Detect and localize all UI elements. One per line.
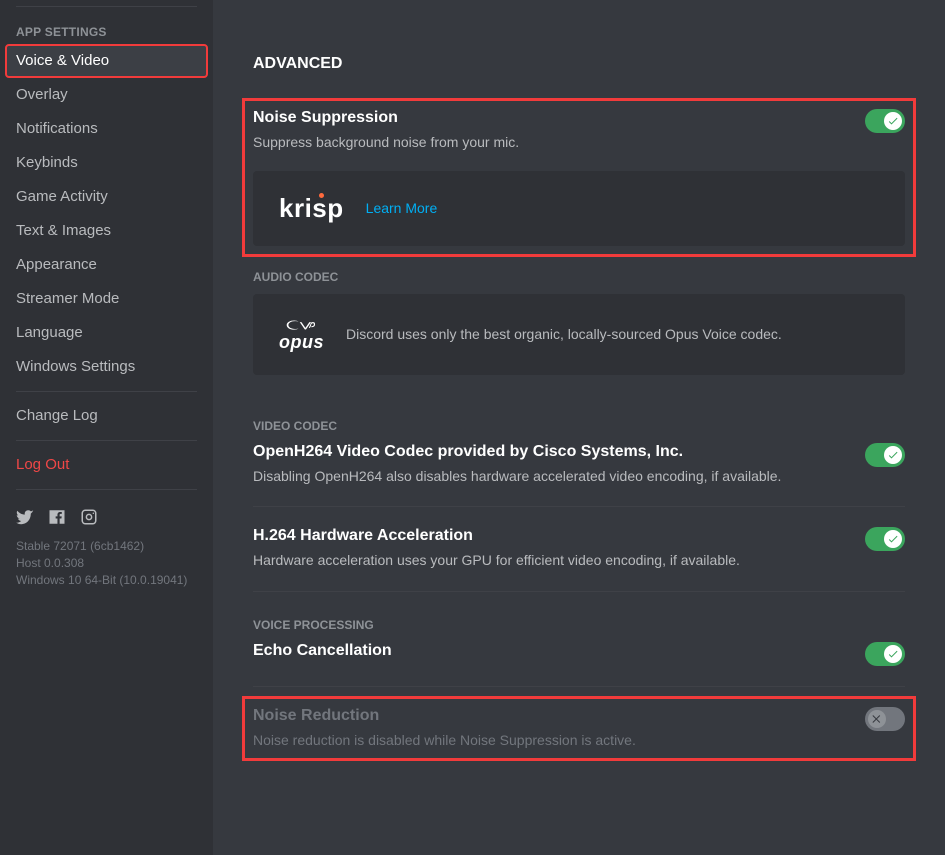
- video-codec-heading: VIDEO CODEC: [253, 419, 905, 433]
- sidebar-item-label: Windows Settings: [16, 358, 135, 375]
- krisp-learn-more-link[interactable]: Learn More: [366, 200, 438, 216]
- twitter-icon[interactable]: [16, 508, 34, 530]
- divider: [253, 686, 905, 687]
- settings-main: ADVANCED Noise Suppression Suppress back…: [213, 0, 945, 855]
- sidebar-item-text-images[interactable]: Text & Images: [6, 215, 207, 247]
- krisp-card: krisp Learn More: [253, 171, 905, 246]
- version-line: Windows 10 64-Bit (10.0.19041): [16, 572, 197, 589]
- opus-card: opus Discord uses only the best organic,…: [253, 294, 905, 375]
- opus-logo-text: opus: [279, 332, 324, 353]
- noise-reduction-toggle[interactable]: [865, 707, 905, 731]
- sidebar-item-overlay[interactable]: Overlay: [6, 79, 207, 111]
- openh264-toggle[interactable]: [865, 443, 905, 467]
- noise-suppression-toggle[interactable]: [865, 109, 905, 133]
- noise-reduction-title: Noise Reduction: [253, 707, 636, 725]
- sidebar-item-label: Log Out: [16, 456, 69, 473]
- sidebar-item-game-activity[interactable]: Game Activity: [6, 181, 207, 213]
- sidebar-divider: [16, 391, 197, 392]
- toggle-knob: [884, 530, 902, 548]
- echo-cancellation-toggle[interactable]: [865, 642, 905, 666]
- sidebar-item-label: Voice & Video: [16, 52, 109, 69]
- toggle-knob: [868, 710, 886, 728]
- sidebar-item-label: Notifications: [16, 120, 98, 137]
- social-links: [6, 498, 207, 538]
- sidebar-item-windows-settings[interactable]: Windows Settings: [6, 351, 207, 383]
- opus-desc: Discord uses only the best organic, loca…: [346, 326, 782, 342]
- h264-hw-toggle[interactable]: [865, 527, 905, 551]
- sidebar-item-change-log[interactable]: Change Log: [6, 400, 207, 432]
- video-codec-group: VIDEO CODEC OpenH264 Video Codec provide…: [253, 419, 905, 592]
- sidebar-item-voice-video[interactable]: Voice & Video: [6, 45, 207, 77]
- divider: [253, 506, 905, 507]
- sidebar-item-label: Streamer Mode: [16, 290, 119, 307]
- noise-reduction-group: Noise Reduction Noise reduction is disab…: [247, 701, 911, 757]
- sidebar-item-keybinds[interactable]: Keybinds: [6, 147, 207, 179]
- instagram-icon[interactable]: [80, 508, 98, 530]
- sidebar-item-log-out[interactable]: Log Out: [6, 449, 207, 481]
- sidebar-item-label: Overlay: [16, 86, 68, 103]
- sidebar-item-label: Appearance: [16, 256, 97, 273]
- toggle-knob: [884, 446, 902, 464]
- noise-suppression-group: Noise Suppression Suppress background no…: [247, 103, 911, 252]
- krisp-logo: krisp: [279, 193, 344, 224]
- h264-hw-desc: Hardware acceleration uses your GPU for …: [253, 551, 740, 571]
- sidebar-item-appearance[interactable]: Appearance: [6, 249, 207, 281]
- divider: [253, 591, 905, 592]
- advanced-heading: ADVANCED: [253, 55, 905, 73]
- opus-logo: opus: [279, 316, 324, 353]
- sidebar-section-header: APP SETTINGS: [6, 15, 207, 45]
- audio-codec-group: AUDIO CODEC opus Discord uses only the b…: [253, 270, 905, 375]
- toggle-knob: [884, 112, 902, 130]
- sidebar-item-label: Keybinds: [16, 154, 78, 171]
- sidebar-item-language[interactable]: Language: [6, 317, 207, 349]
- sidebar-divider: [16, 6, 197, 7]
- krisp-logo-text: krisp: [279, 193, 344, 223]
- settings-sidebar: APP SETTINGS Voice & Video Overlay Notif…: [0, 0, 213, 855]
- sidebar-item-label: Text & Images: [16, 222, 111, 239]
- noise-suppression-desc: Suppress background noise from your mic.: [253, 133, 519, 153]
- audio-codec-heading: AUDIO CODEC: [253, 270, 905, 284]
- version-line: Stable 72071 (6cb1462): [16, 538, 197, 555]
- noise-suppression-title: Noise Suppression: [253, 109, 519, 127]
- openh264-desc: Disabling OpenH264 also disables hardwar…: [253, 467, 781, 487]
- voice-processing-heading: VOICE PROCESSING: [253, 618, 905, 632]
- sidebar-item-label: Change Log: [16, 407, 98, 424]
- version-line: Host 0.0.308: [16, 555, 197, 572]
- version-info: Stable 72071 (6cb1462) Host 0.0.308 Wind…: [6, 538, 207, 588]
- noise-reduction-desc: Noise reduction is disabled while Noise …: [253, 731, 636, 751]
- openh264-title: OpenH264 Video Codec provided by Cisco S…: [253, 443, 781, 461]
- echo-cancellation-title: Echo Cancellation: [253, 642, 392, 660]
- sidebar-item-label: Game Activity: [16, 188, 108, 205]
- sidebar-divider: [16, 440, 197, 441]
- facebook-icon[interactable]: [48, 508, 66, 530]
- sidebar-divider: [16, 489, 197, 490]
- toggle-knob: [884, 645, 902, 663]
- sidebar-item-label: Language: [16, 324, 83, 341]
- sidebar-item-notifications[interactable]: Notifications: [6, 113, 207, 145]
- sidebar-item-streamer-mode[interactable]: Streamer Mode: [6, 283, 207, 315]
- voice-processing-group: VOICE PROCESSING Echo Cancellation Noise…: [253, 618, 905, 757]
- krisp-dot-icon: [319, 193, 324, 198]
- h264-hw-title: H.264 Hardware Acceleration: [253, 527, 740, 545]
